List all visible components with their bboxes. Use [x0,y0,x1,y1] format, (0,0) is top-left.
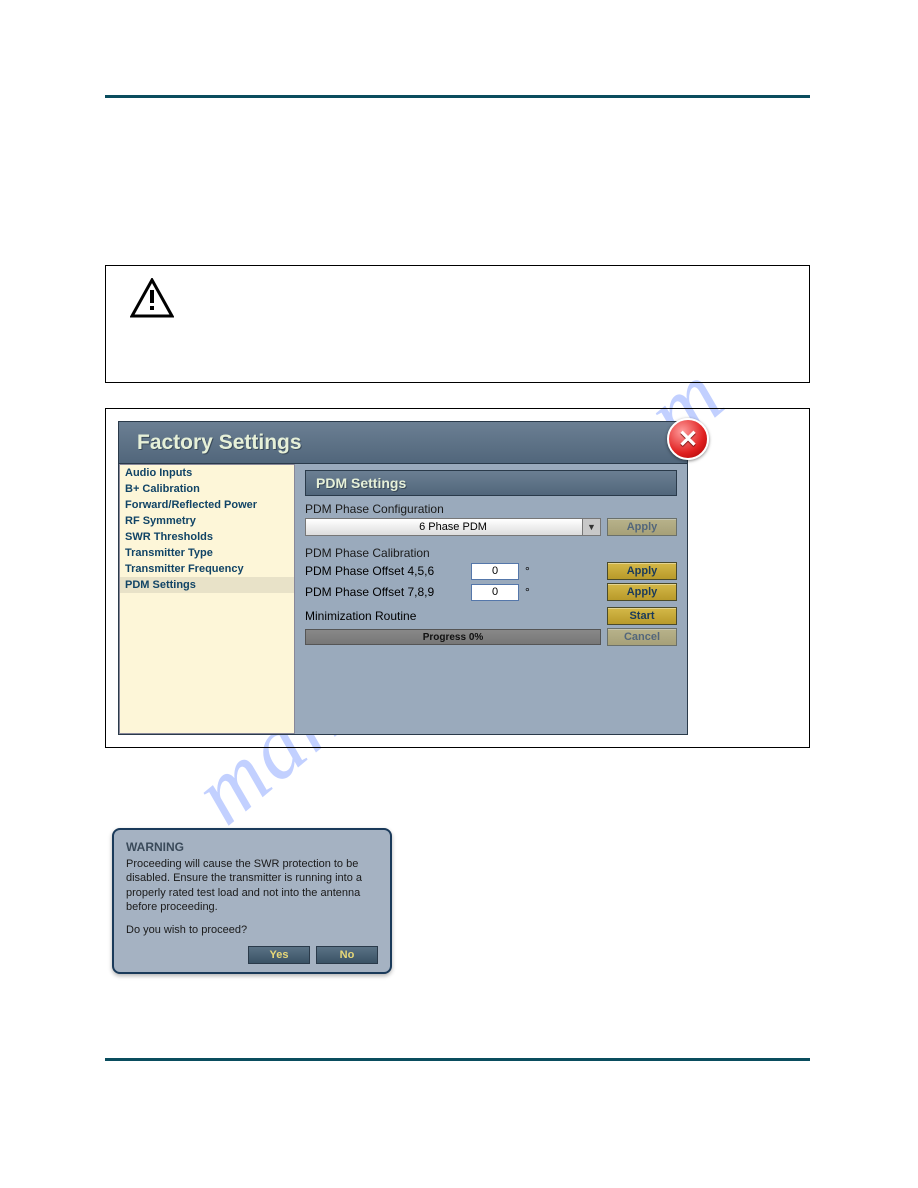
offset1-label: PDM Phase Offset 4,5,6 [305,564,465,578]
minimization-progress-bar: Progress 0% [305,629,601,645]
sidebar-item-swr-thresholds[interactable]: SWR Thresholds [120,529,294,545]
phase-config-label: PDM Phase Configuration [305,502,677,516]
caution-box [105,265,810,383]
minimization-start-button[interactable]: Start [607,607,677,625]
content-area: PDM Settings PDM Phase Configuration 6 P… [295,464,687,734]
sidebar: Audio Inputs B+ Calibration Forward/Refl… [119,464,295,734]
factory-titlebar: Factory Settings ✕ [119,422,687,464]
warning-triangle-icon [130,278,174,318]
warning-button-row: Yes No [126,946,378,964]
section-header: PDM Settings [305,470,677,496]
sidebar-item-transmitter-type[interactable]: Transmitter Type [120,545,294,561]
offset1-input[interactable] [471,563,519,580]
offset2-input[interactable] [471,584,519,601]
horizontal-rule-bottom [105,1058,810,1061]
factory-settings-panel: Factory Settings ✕ Audio Inputs B+ Calib… [118,421,688,735]
figure-container: Factory Settings ✕ Audio Inputs B+ Calib… [105,408,810,748]
degree-unit: ° [525,564,541,578]
degree-unit: ° [525,585,541,599]
offset1-apply-button[interactable]: Apply [607,562,677,580]
phase-calib-label: PDM Phase Calibration [305,546,677,560]
sidebar-item-audio-inputs[interactable]: Audio Inputs [120,465,294,481]
minimization-label: Minimization Routine [305,609,601,623]
sidebar-item-forward-reflected-power[interactable]: Forward/Reflected Power [120,497,294,513]
sidebar-item-b-plus-calibration[interactable]: B+ Calibration [120,481,294,497]
warning-prompt: Do you wish to proceed? [126,924,378,936]
close-button[interactable]: ✕ [667,418,709,460]
factory-title: Factory Settings [137,431,302,455]
offset2-label: PDM Phase Offset 7,8,9 [305,585,465,599]
warning-body: Proceeding will cause the SWR protection… [126,857,378,914]
warning-no-button[interactable]: No [316,946,378,964]
horizontal-rule-top [105,95,810,98]
warning-dialog: WARNING Proceeding will cause the SWR pr… [112,828,392,974]
sidebar-item-rf-symmetry[interactable]: RF Symmetry [120,513,294,529]
phase-config-dropdown[interactable]: 6 Phase PDM ▼ [305,518,601,536]
chevron-down-icon: ▼ [582,519,600,535]
warning-title: WARNING [126,840,378,854]
close-icon: ✕ [678,425,698,454]
offset2-apply-button[interactable]: Apply [607,583,677,601]
sidebar-item-pdm-settings[interactable]: PDM Settings [120,577,294,593]
factory-body: Audio Inputs B+ Calibration Forward/Refl… [119,464,687,734]
sidebar-item-transmitter-frequency[interactable]: Transmitter Frequency [120,561,294,577]
warning-yes-button[interactable]: Yes [248,946,310,964]
minimization-cancel-button[interactable]: Cancel [607,628,677,646]
phase-config-value: 6 Phase PDM [419,521,487,533]
phase-config-apply-button[interactable]: Apply [607,518,677,536]
